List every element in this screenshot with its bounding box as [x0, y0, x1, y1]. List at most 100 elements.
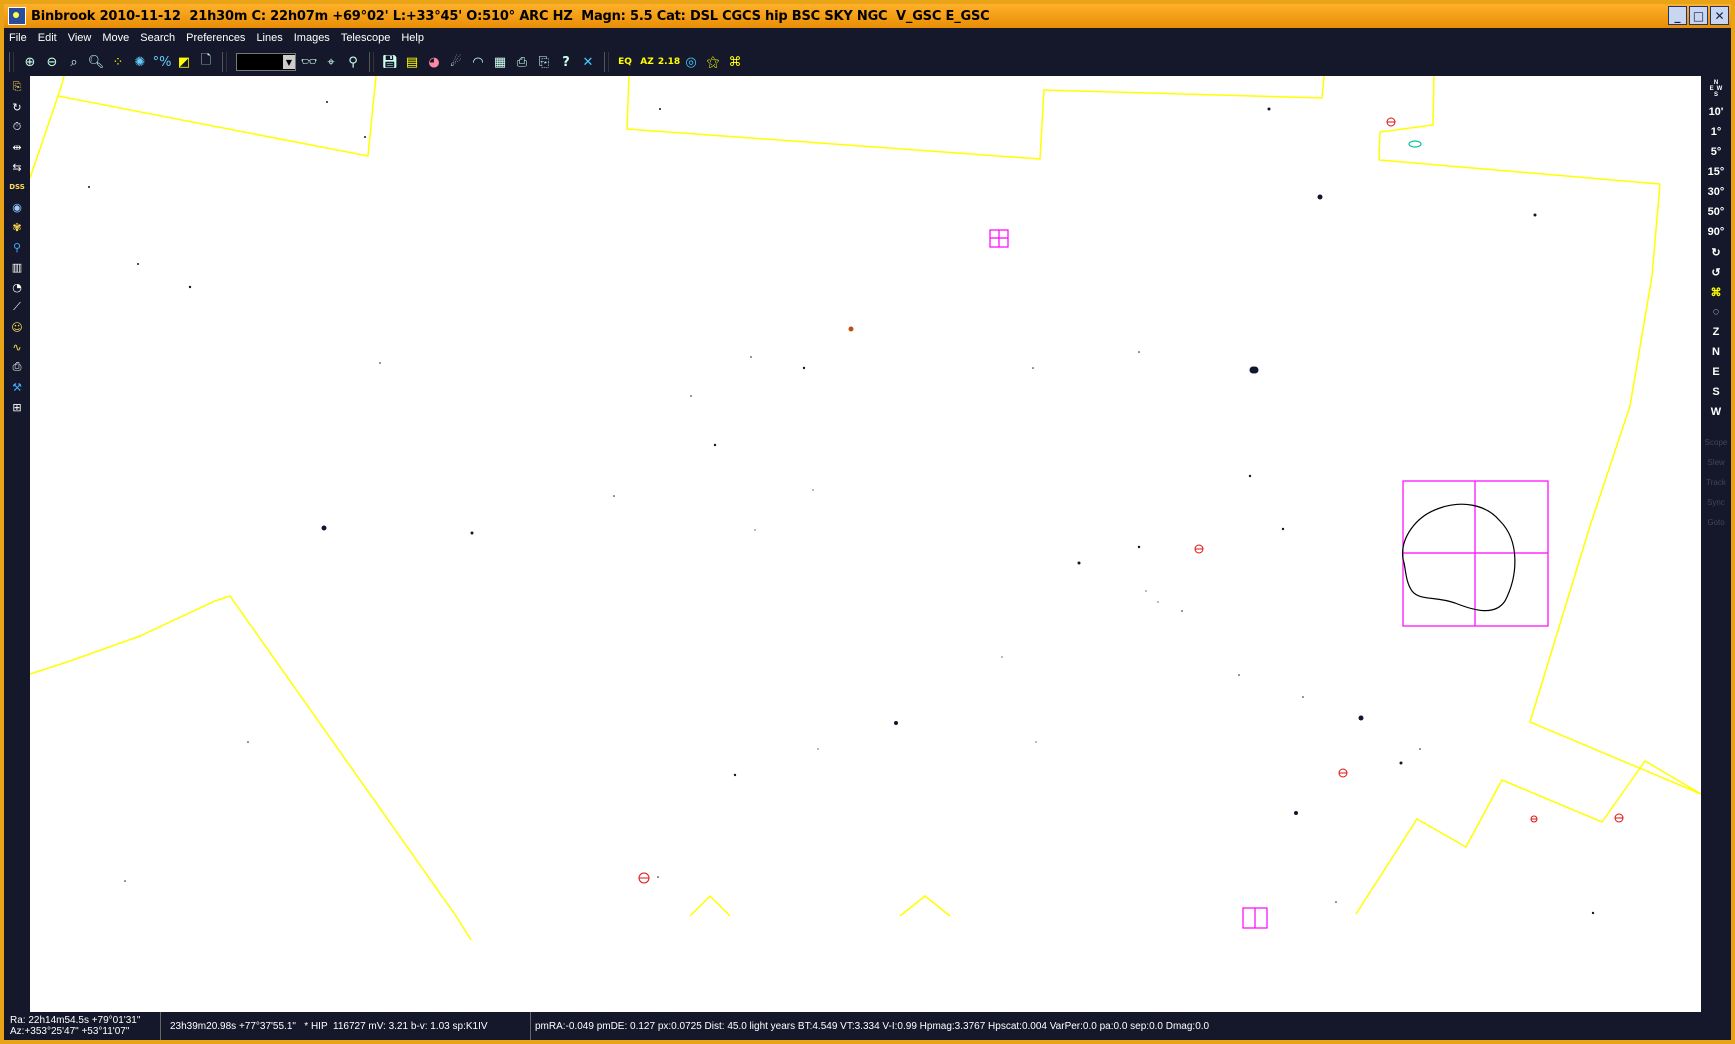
measure-icon[interactable]: ∿: [8, 338, 26, 356]
comet-icon[interactable]: ☄: [446, 52, 466, 72]
goto-button[interactable]: Goto: [1701, 512, 1731, 532]
view-west-button[interactable]: W: [1701, 402, 1731, 422]
print-icon[interactable]: ⎙: [512, 52, 532, 72]
flip-icon[interactable]: ⇹: [8, 138, 26, 156]
view-east-button[interactable]: E: [1701, 362, 1731, 382]
constellation-boundaries: [30, 76, 1701, 941]
page-icon[interactable]: 🗋︎: [196, 52, 216, 72]
camera-icon[interactable]: ◉: [8, 198, 26, 216]
dial-icon[interactable]: ◔: [8, 278, 26, 296]
fov-5deg-button[interactable]: 5°: [1701, 142, 1731, 162]
menu-telescope[interactable]: Telescope: [336, 32, 397, 44]
scope-button[interactable]: Scope: [1701, 432, 1731, 452]
menu-file[interactable]: File: [4, 32, 33, 44]
dome-icon[interactable]: ◠: [468, 52, 488, 72]
sync-button[interactable]: Sync: [1701, 492, 1731, 512]
slew-button[interactable]: Slew: [1701, 452, 1731, 472]
print-label-icon[interactable]: ⎙: [8, 358, 26, 376]
status-az: Az:+353°25'47" +53°11'07": [10, 1026, 130, 1037]
color-icon[interactable]: °%: [152, 52, 172, 72]
dss-image-icon[interactable]: DSS: [8, 178, 26, 196]
menu-move[interactable]: Move: [97, 32, 135, 44]
left-toolbar: ⎘ ↻ ⏱ ⇹ ⇆ DSS ◉ ✾ ⚲ ▥ ◔ ⟋ ☺ ∿ ⎙ ⚒ ⊞: [4, 76, 30, 1012]
constellation-figure-icon[interactable]: ⚝: [703, 52, 723, 72]
status-ra: Ra: 22h14m54.5s +79°01'31": [10, 1015, 141, 1026]
toolbar-grip: [9, 52, 14, 72]
status-object-text: 23h39m20.98s +77°37'55.1" * HIP 116727 m…: [170, 1020, 488, 1032]
close-button[interactable]: ✕: [1710, 6, 1729, 25]
horizon-icon[interactable]: ◌: [1701, 302, 1731, 322]
altaz-grid-button[interactable]: AZ: [637, 52, 657, 72]
target-icon[interactable]: ◎: [681, 52, 701, 72]
find-person-icon[interactable]: ⚲: [343, 52, 363, 72]
status-details-text: pmRA:-0.049 pmDE: 0.127 px:0.0725 Dist: …: [535, 1020, 1210, 1032]
toolbar-separator: [604, 52, 609, 72]
add-object-icon[interactable]: ⊞: [8, 398, 26, 416]
menu-view[interactable]: View: [63, 32, 98, 44]
fov-10arcmin-button[interactable]: 10': [1701, 102, 1731, 122]
fov-1deg-button[interactable]: 1°: [1701, 122, 1731, 142]
status-object: 23h39m20.98s +77°37'55.1" * HIP 116727 m…: [164, 1012, 531, 1040]
menu-lines[interactable]: Lines: [251, 32, 288, 44]
maximize-button[interactable]: □: [1689, 6, 1708, 25]
zoom-out-icon[interactable]: ⊖: [42, 52, 62, 72]
grid-numbers-button[interactable]: 2.18: [658, 52, 680, 72]
tools-icon[interactable]: ⚒: [8, 378, 26, 396]
app-icon: [8, 7, 26, 25]
rotate-icon[interactable]: ⇆: [8, 158, 26, 176]
refresh-icon[interactable]: ↻: [8, 98, 26, 116]
track-button[interactable]: Track: [1701, 472, 1731, 492]
zoom-select[interactable]: ▼: [236, 53, 296, 71]
title-bar: Binbrook 2010-11-12 21h30m C: 22h07m +69…: [4, 4, 1731, 28]
fov-30deg-button[interactable]: 30°: [1701, 182, 1731, 202]
menu-images[interactable]: Images: [289, 32, 336, 44]
equatorial-grid-button[interactable]: EQ: [615, 52, 635, 72]
fov-90deg-button[interactable]: 90°: [1701, 222, 1731, 242]
save-icon[interactable]: 💾︎: [380, 52, 400, 72]
database-icon[interactable]: ▥: [8, 258, 26, 276]
star-field-icon[interactable]: ⁘: [108, 52, 128, 72]
copy-icon[interactable]: ⎘: [8, 78, 26, 96]
view-north-button[interactable]: N: [1701, 342, 1731, 362]
sky-chart[interactable]: [30, 76, 1701, 1012]
rotate-cw-icon[interactable]: ↻: [1701, 242, 1731, 262]
menu-help[interactable]: Help: [396, 32, 430, 44]
telescope-icon[interactable]: ⟋: [8, 298, 26, 316]
menu-edit[interactable]: Edit: [33, 32, 63, 44]
calendar-icon[interactable]: ▦: [490, 52, 510, 72]
moon-outline: [1402, 503, 1516, 612]
settings-icon[interactable]: ✺: [130, 52, 150, 72]
orange-star: [848, 326, 854, 332]
menu-search[interactable]: Search: [135, 32, 181, 44]
print-preview-icon[interactable]: ⎘: [534, 52, 554, 72]
butterfly-icon[interactable]: ✾: [8, 218, 26, 236]
help-icon[interactable]: ?: [556, 52, 576, 72]
search-zoom-icon[interactable]: 🔍︎: [86, 52, 106, 72]
status-bar: Ra: 22h14m54.5s +79°01'31" Az:+353°25'47…: [4, 1012, 1731, 1040]
divider: [1701, 422, 1731, 432]
main-toolbar: ⊕ ⊖ ⌕ 🔍︎ ⁘ ✺ °% ◩ 🗋︎ ▼ 👓︎ ⌖ ⚲ 💾︎ ▤ ◕ ☄ ◠…: [4, 48, 1731, 76]
fov-15deg-button[interactable]: 15°: [1701, 162, 1731, 182]
rotate-ccw-icon[interactable]: ↺: [1701, 262, 1731, 282]
bulb-icon[interactable]: ⚲: [8, 238, 26, 256]
fov-50deg-button[interactable]: 50°: [1701, 202, 1731, 222]
right-toolbar: N E W S 10' 1° 5° 15° 30° 50° 90° ↻ ↺ ⌘ …: [1701, 76, 1731, 1012]
chevron-down-icon[interactable]: ▼: [283, 55, 295, 69]
notes-icon[interactable]: ▤: [402, 52, 422, 72]
view-zenith-button[interactable]: Z: [1701, 322, 1731, 342]
zoom-fit-icon[interactable]: ⌕: [64, 52, 84, 72]
palette-icon[interactable]: ◕: [424, 52, 444, 72]
menu-preferences[interactable]: Preferences: [181, 32, 251, 44]
zoom-in-icon[interactable]: ⊕: [20, 52, 40, 72]
find-object-icon[interactable]: ⌖: [321, 52, 341, 72]
binoculars-icon[interactable]: 👓︎: [299, 52, 319, 72]
close-chart-icon[interactable]: ✕: [578, 52, 598, 72]
observer-icon[interactable]: ☺: [8, 318, 26, 336]
minimize-button[interactable]: _: [1668, 6, 1687, 25]
constellation-boundary-icon[interactable]: ⌘: [725, 52, 745, 72]
view-south-button[interactable]: S: [1701, 382, 1731, 402]
contrast-icon[interactable]: ◩: [174, 52, 194, 72]
compass-rose[interactable]: N E W S: [1701, 76, 1731, 102]
grid-toggle-icon[interactable]: ⌘: [1701, 282, 1731, 302]
clock-icon[interactable]: ⏱: [8, 118, 26, 136]
